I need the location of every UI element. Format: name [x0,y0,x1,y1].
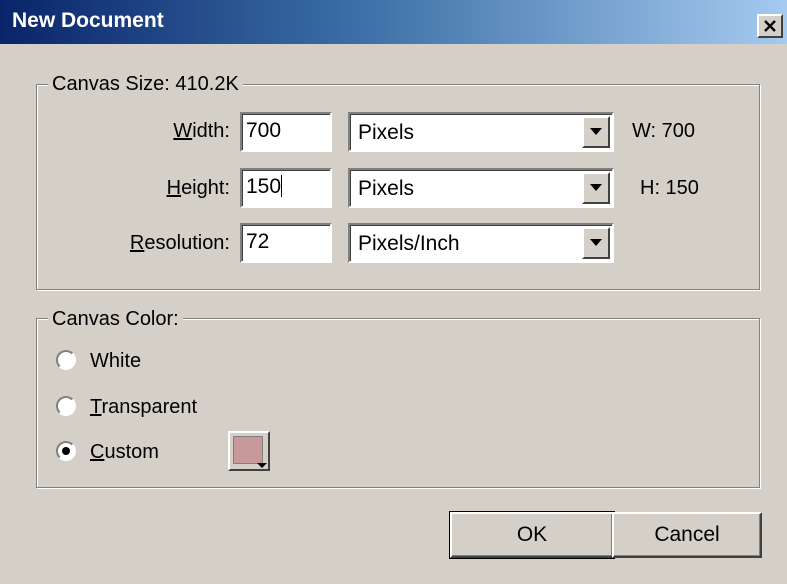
cancel-button[interactable]: Cancel [612,512,762,558]
width-readout: W: 700 [632,120,695,142]
custom-radio[interactable] [56,441,76,461]
chevron-down-icon [590,128,602,135]
resolution-label: Resolution: [129,232,230,254]
custom-radio-label[interactable]: Custom [90,440,159,464]
width-unit-value: Pixels [358,121,415,144]
height-input[interactable]: 150 [240,168,332,208]
swatch-dropdown-icon [257,463,267,468]
chevron-down-icon [590,184,602,191]
resolution-unit-select[interactable]: Pixels/Inch [348,223,614,263]
new-document-dialog: New Document Canvas Size: 410.2K Width: … [0,0,787,584]
close-icon [764,20,776,32]
text-caret [281,175,283,197]
radio-selected-dot [62,447,70,455]
transparent-radio[interactable] [56,396,76,416]
title-bar[interactable]: New Document [0,0,787,44]
canvas-size-legend: Canvas Size: 410.2K [48,73,243,95]
resolution-unit-value: Pixels/Inch [358,232,460,255]
transparent-radio-label[interactable]: Transparent [90,395,197,419]
dialog-title: New Document [12,9,164,32]
height-unit-value: Pixels [358,177,415,200]
resolution-input[interactable]: 72 [240,223,332,263]
width-input[interactable]: 700 [240,112,332,152]
height-unit-dropdown-button[interactable] [582,172,610,204]
height-label: Height: [166,177,230,199]
canvas-color-legend: Canvas Color: [48,308,183,330]
resolution-unit-dropdown-button[interactable] [582,227,610,259]
width-unit-dropdown-button[interactable] [582,116,610,148]
white-radio-label[interactable]: White [90,349,141,373]
custom-color-fill [233,436,263,464]
white-radio[interactable] [56,350,76,370]
chevron-down-icon [590,239,602,246]
custom-color-swatch[interactable] [228,431,270,471]
width-unit-select[interactable]: Pixels [348,112,614,152]
height-readout: H: 150 [640,177,699,199]
close-button[interactable] [757,14,783,38]
width-label: Width: [173,120,230,142]
height-unit-select[interactable]: Pixels [348,168,614,208]
ok-button[interactable]: OK [449,511,615,559]
